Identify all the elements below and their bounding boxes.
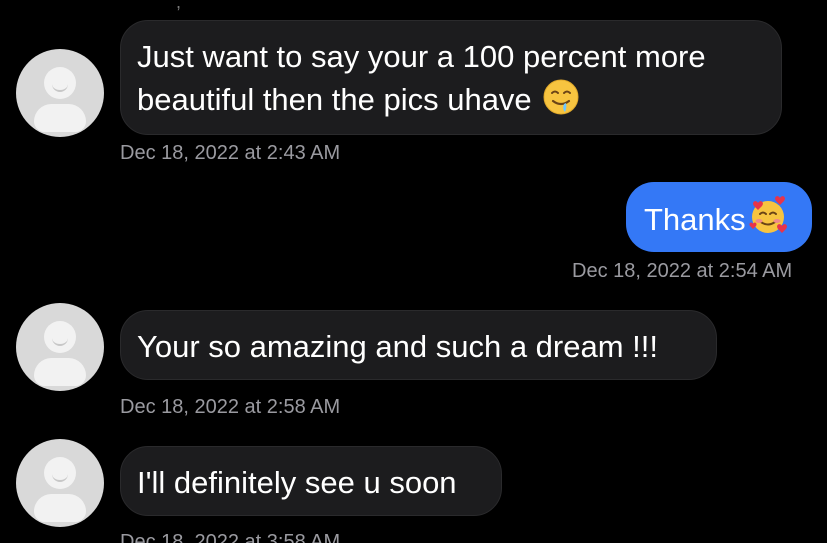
message-text: Your so amazing and such a dream !!!: [137, 329, 658, 364]
avatar[interactable]: [16, 49, 104, 137]
message-timestamp: Dec 18, 2022 at 2:43 AM: [120, 142, 341, 164]
avatar-body: [34, 494, 86, 522]
message-timestamp: Dec 18, 2022 at 2:58 AM: [120, 396, 341, 418]
incoming-message-bubble[interactable]: Your so amazing and such a dream !!!: [120, 310, 717, 380]
message-text-line: Just want to say your a 100 percent more: [137, 39, 706, 74]
smiling-face-with-hearts-icon: [748, 196, 788, 247]
message-timestamp: Dec 18, 2022 at 3:58 AM: [120, 531, 341, 543]
message-text: I'll definitely see u soon: [137, 465, 457, 500]
message-timestamp: Dec 18, 2022 at 2:54 AM: [572, 260, 793, 282]
message-text: Thanks: [644, 202, 746, 237]
avatar-head: [44, 321, 76, 353]
avatar-body: [34, 104, 86, 132]
avatar-body: [34, 358, 86, 386]
avatar-head: [44, 67, 76, 99]
message-text-line: beautiful then the pics uhave: [137, 78, 763, 127]
clipped-text-fragment: ,: [176, 0, 182, 12]
message-text: beautiful then the pics uhave: [137, 82, 532, 117]
outgoing-message-bubble[interactable]: Thanks: [626, 182, 812, 252]
incoming-message-bubble[interactable]: Just want to say your a 100 percent more…: [120, 20, 782, 135]
avatar[interactable]: [16, 303, 104, 391]
chat-thread: , Just want to say your a 100 percent mo…: [0, 0, 827, 543]
drooling-face-icon: [542, 78, 580, 127]
avatar-head: [44, 457, 76, 489]
avatar[interactable]: [16, 439, 104, 527]
incoming-message-bubble[interactable]: I'll definitely see u soon: [120, 446, 502, 516]
